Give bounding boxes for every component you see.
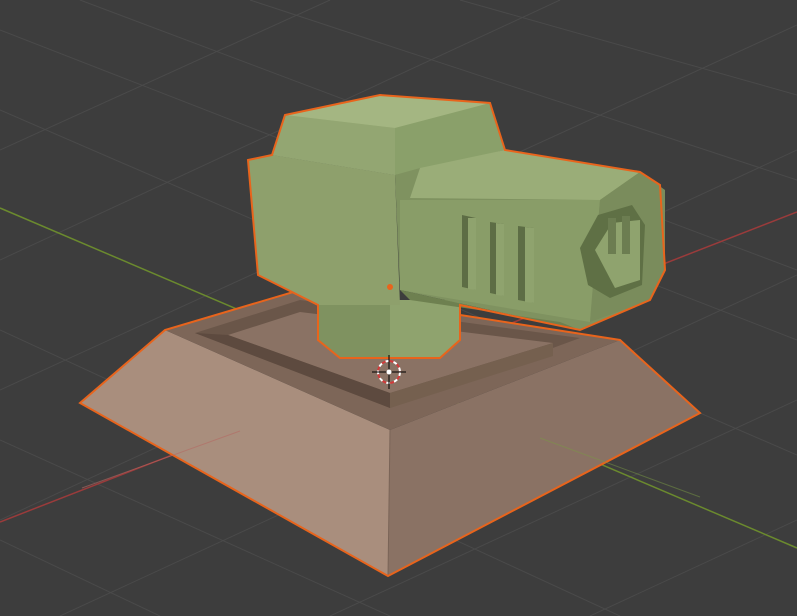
- 3d-viewport[interactable]: [0, 0, 797, 616]
- viewport-scene[interactable]: [0, 0, 797, 616]
- object-origin[interactable]: [387, 284, 393, 290]
